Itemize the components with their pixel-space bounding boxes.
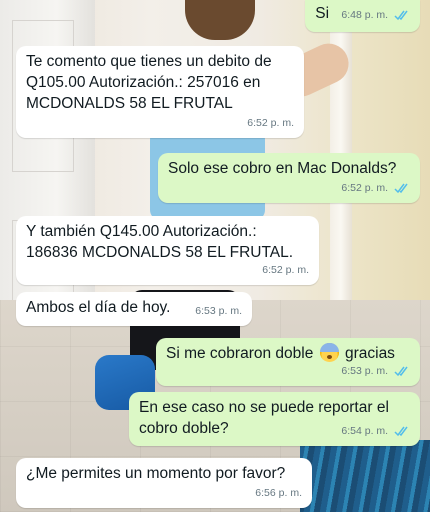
message-text: Y también Q145.00 Autorización.: 186836 … [26,223,294,261]
message-text: Solo ese cobro en Mac Donalds? [168,160,397,177]
message-time: 6:52 p. m. [341,182,389,194]
read-receipt-icon [394,183,410,194]
wallpaper-child-hair [185,0,255,40]
read-receipt-icon [394,366,410,377]
message-text: Si [315,5,330,22]
message-time: 6:53 p. m. [195,305,242,317]
message-meta: 6:53 p. m. [341,361,410,382]
message-text: Si me cobraron doble [166,345,314,362]
message-meta: 6:52 p. m. [341,178,410,199]
read-receipt-icon [394,10,410,21]
message-bubble-outgoing[interactable]: En ese caso no se puede reportar el cobr… [129,392,420,446]
message-time: 6:54 p. m. [341,425,389,437]
wallpaper-rug [300,440,430,512]
read-receipt-icon [394,426,410,437]
message-bubble-incoming[interactable]: ¿Me permites un momento por favor? 6:56 … [16,458,312,508]
message-bubble-outgoing[interactable]: Si me cobraron doble gracias 6:53 p. m. [156,338,420,386]
message-text: ¿Me permites un momento por favor? [26,465,286,482]
message-time: 6:56 p. m. [255,487,302,499]
message-meta: 6:48 p. m. [341,9,410,21]
message-text: Te comento que tienes un debito de Q105.… [26,53,272,112]
message-text: Ambos el día de hoy. [26,299,171,316]
anxious-face-emoji-icon [319,343,339,362]
message-time: 6:48 p. m. [341,9,389,21]
message-bubble-incoming[interactable]: Ambos el día de hoy. 6:53 p. m. [16,292,252,326]
message-time: 6:52 p. m. [247,117,294,129]
message-bubble-incoming[interactable]: Y también Q145.00 Autorización.: 186836 … [16,216,319,285]
message-bubble-incoming[interactable]: Te comento que tienes un debito de Q105.… [16,46,304,138]
message-time: 6:52 p. m. [262,264,309,276]
message-bubble-outgoing[interactable]: Si 6:48 p. m. [305,0,420,32]
message-bubble-outgoing[interactable]: Solo ese cobro en Mac Donalds? 6:52 p. m… [158,153,420,203]
message-text: gracias [344,345,395,362]
message-meta: 6:54 p. m. [341,421,410,442]
message-time: 6:53 p. m. [341,365,389,377]
